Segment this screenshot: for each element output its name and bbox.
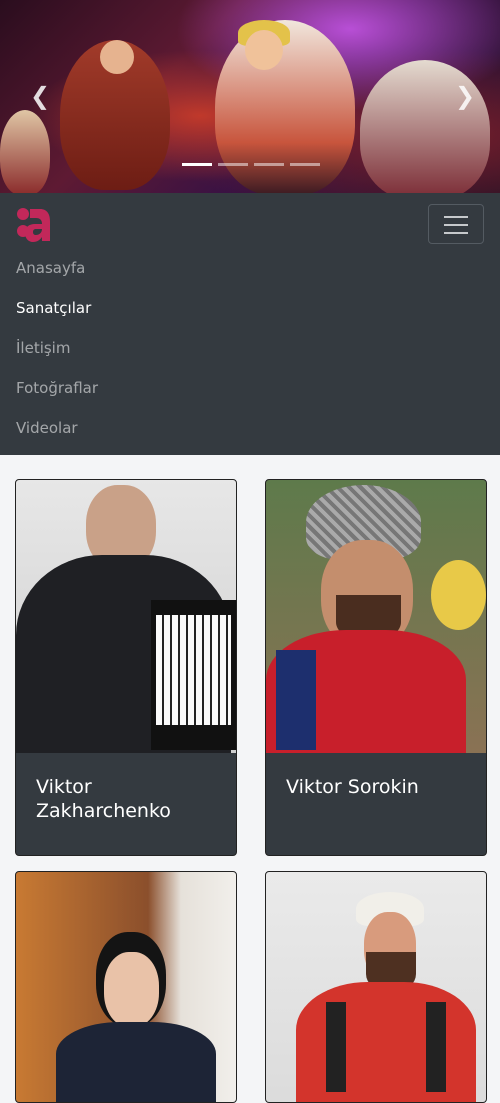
carousel-indicator[interactable]	[218, 163, 248, 166]
artist-card[interactable]	[265, 871, 487, 1103]
nav-item-fotograflar[interactable]: Fotoğraflar	[16, 379, 98, 397]
navbar-toggler-button[interactable]	[428, 204, 484, 244]
navbar	[0, 193, 500, 455]
nav-item-sanatcilar[interactable]: Sanatçılar	[16, 299, 91, 317]
artist-card[interactable]: Viktor Zakharchenko	[15, 479, 237, 856]
hero-carousel[interactable]: ❮ ❯	[0, 0, 500, 193]
artist-photo[interactable]	[16, 480, 236, 753]
carousel-indicator[interactable]	[290, 163, 320, 166]
nav-item-videolar[interactable]: Videolar	[16, 419, 78, 437]
carousel-indicator[interactable]	[182, 163, 212, 166]
artist-card[interactable]	[15, 871, 237, 1103]
carousel-image-figure	[245, 30, 283, 70]
carousel-image-figure	[100, 40, 134, 74]
carousel-image-figure	[0, 110, 50, 193]
artist-photo[interactable]	[266, 872, 486, 1102]
artist-card[interactable]: Viktor Sorokin	[265, 479, 487, 856]
carousel-prev-icon[interactable]: ❮	[30, 84, 50, 108]
brand-logo-icon[interactable]	[16, 207, 52, 243]
carousel-indicators	[182, 163, 320, 166]
carousel-image-figure	[360, 60, 490, 193]
nav-item-iletisim[interactable]: İletişim	[16, 339, 70, 357]
hamburger-icon	[444, 224, 468, 226]
artist-name[interactable]: Viktor Zakharchenko	[36, 775, 222, 823]
carousel-next-icon[interactable]: ❯	[455, 84, 475, 108]
artist-name[interactable]: Viktor Sorokin	[286, 775, 472, 799]
hamburger-icon	[444, 232, 468, 234]
artist-photo[interactable]	[266, 480, 486, 753]
nav-item-anasayfa[interactable]: Anasayfa	[16, 259, 85, 277]
carousel-indicator[interactable]	[254, 163, 284, 166]
carousel-image-figure	[215, 20, 355, 193]
artist-photo[interactable]	[16, 872, 236, 1102]
hamburger-icon	[444, 216, 468, 218]
